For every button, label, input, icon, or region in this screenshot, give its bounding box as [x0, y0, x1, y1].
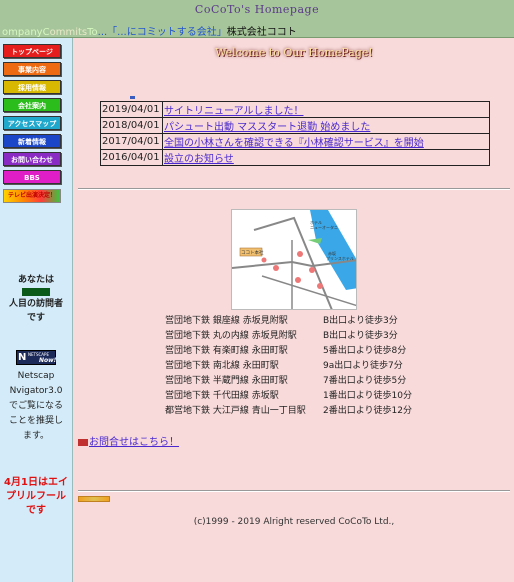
- access-list: 営団地下鉄 銀座線 赤坂見附駅 B出口より徒歩3分 営団地下鉄 丸の内線 赤坂見附…: [165, 314, 412, 419]
- news-row: 2017/04/01 全国の小林さんを確認できる『小林確認サービス』を開始: [100, 133, 490, 150]
- news-marker: [130, 96, 135, 99]
- news-link[interactable]: サイトリニューアルしました！: [164, 106, 304, 117]
- april-fool-text: プリルフール: [6, 491, 66, 502]
- netscape-text: Netscap: [17, 371, 55, 381]
- news-row: 2016/04/01 設立のお知らせ: [100, 149, 490, 166]
- access-exit: 1番出口より徒歩10分: [323, 391, 412, 401]
- map-label-prince: プリンスホテル: [326, 255, 354, 261]
- map-label-newotani: ニューオータニ: [310, 224, 338, 230]
- nav-business-button[interactable]: 事業内容: [3, 62, 61, 76]
- april-fool-notice: 4月1日はエイ プリルフール です: [0, 476, 72, 518]
- sidebar: トップページ 事業内容 採用情報 会社案内 アクセスマップ 新着情報 お問い合わ…: [0, 38, 73, 582]
- map-station-marker: [273, 265, 279, 271]
- nav-news-button[interactable]: 新着情報: [3, 134, 61, 148]
- news-link[interactable]: 全国の小林さんを確認できる『小林確認サービス』を開始: [164, 138, 424, 149]
- access-row: 営団地下鉄 千代田線 赤坂駅 1番出口より徒歩10分: [165, 389, 412, 404]
- access-exit: B出口より徒歩3分: [323, 316, 398, 326]
- divider: [78, 490, 510, 492]
- access-line: 営団地下鉄 丸の内線 赤坂見附駅: [165, 331, 297, 341]
- access-exit: 9a出口より徒歩7分: [323, 361, 403, 371]
- access-row: 営団地下鉄 南北線 永田町駅 9a出口より徒歩7分: [165, 359, 412, 374]
- netscape-text: ことを推奨し: [8, 416, 63, 426]
- news-date: 2019/04/01: [100, 101, 163, 118]
- contact-link[interactable]: お問合せはこちら！: [89, 437, 179, 448]
- access-row: 営団地下鉄 銀座線 赤坂見附駅 B出口より徒歩3分: [165, 314, 412, 329]
- news-cell: 全国の小林さんを確認できる『小林確認サービス』を開始: [162, 133, 490, 150]
- map-station-marker: [261, 257, 267, 263]
- news-link[interactable]: 設立のお知らせ: [164, 154, 234, 165]
- access-row: 営団地下鉄 丸の内線 赤坂見附駅 B出口より徒歩3分: [165, 329, 412, 344]
- nav-bbs-button[interactable]: BBS: [3, 170, 61, 184]
- news-table: 2019/04/01 サイトリニューアルしました！ 2018/04/01 パシュ…: [100, 101, 490, 166]
- access-exit: 2番出口より徒歩12分: [323, 406, 412, 416]
- netscape-text: ます。: [22, 431, 50, 441]
- mail-icon: [78, 438, 88, 446]
- netscape-now-badge[interactable]: N NETSCAPE Now!: [16, 350, 56, 365]
- access-exit: 5番出口より徒歩8分: [323, 346, 407, 356]
- access-exit: B出口より徒歩3分: [323, 331, 398, 341]
- tagline-part: To: [87, 27, 98, 38]
- company-name: 株式会社ココト: [226, 27, 297, 38]
- access-row: 営団地下鉄 有楽町線 永田町駅 5番出口より徒歩8分: [165, 344, 412, 359]
- tv-appearance-banner[interactable]: テレビ出演決定！: [3, 189, 61, 203]
- news-date: 2017/04/01: [100, 133, 163, 150]
- news-row: 2018/04/01 パシュート出動 マススタート退勤 始めました: [100, 117, 490, 134]
- netscape-badge-letter: N: [18, 352, 27, 363]
- divider: [78, 188, 510, 190]
- welcome-heading: Welcome to Our HomePage!: [215, 46, 373, 59]
- tagline-part: C: [42, 27, 50, 38]
- access-map: ココト本社 ホテル ニューオータニ 赤坂 プリンスホテル: [231, 209, 357, 310]
- news-date: 2018/04/01: [100, 117, 163, 134]
- map-station-marker: [309, 267, 315, 273]
- netscape-recommendation: N NETSCAPE Now! Netscap Nvigator3.0 でご覧に…: [0, 350, 72, 444]
- access-line: 都営地下鉄 大江戸線 青山一丁目駅: [165, 406, 306, 416]
- nav-company-button[interactable]: 会社案内: [3, 98, 61, 112]
- netscape-badge-now: Now!: [39, 357, 57, 364]
- nav-recruit-button[interactable]: 採用情報: [3, 80, 61, 94]
- tagline-part: ommits: [49, 27, 88, 38]
- nav-access-button[interactable]: アクセスマップ: [3, 116, 61, 130]
- visitor-counter-block: あなたは 人目の訪問者 です: [0, 273, 72, 325]
- nav-top-button[interactable]: トップページ: [3, 44, 61, 58]
- netscape-text: でご覧になる: [8, 401, 63, 411]
- tv-banner-label: テレビ出演決定！: [7, 192, 56, 199]
- netscape-text: Nvigator3.0: [9, 386, 63, 396]
- access-map-image: ココト本社 ホテル ニューオータニ 赤坂 プリンスホテル: [232, 210, 356, 309]
- news-link[interactable]: パシュート出動 マススタート退勤 始めました: [164, 122, 370, 133]
- map-label-hq: ココト本社: [241, 249, 264, 256]
- site-tagline: ompany Commits To...「...にコミットする会社」株式会社ココ…: [2, 23, 297, 38]
- tagline-part: ...「...にコミットする会社」: [97, 27, 227, 38]
- visitor-text-3: です: [26, 313, 45, 323]
- access-line: 営団地下鉄 千代田線 赤坂駅: [165, 391, 279, 401]
- small-banner[interactable]: [78, 496, 110, 502]
- april-fool-text: 4月1日はエイ: [4, 477, 68, 488]
- nav-contact-button[interactable]: お問い合わせ: [3, 152, 61, 166]
- visitor-text-2: 人目の訪問者: [8, 299, 63, 309]
- map-station-marker: [295, 277, 301, 283]
- access-line: 営団地下鉄 銀座線 赤坂見附駅: [165, 316, 288, 326]
- news-cell: サイトリニューアルしました！: [162, 101, 490, 118]
- map-station-marker: [317, 283, 323, 289]
- visitor-counter: [22, 288, 50, 296]
- main-content: Welcome to Our HomePage! 2019/04/01 サイトリ…: [74, 38, 514, 582]
- site-header: CoCoTo's Homepage ompany Commits To...「.…: [0, 0, 514, 38]
- news-date: 2016/04/01: [100, 149, 163, 166]
- access-row: 都営地下鉄 大江戸線 青山一丁目駅 2番出口より徒歩12分: [165, 404, 412, 419]
- news-row: 2019/04/01 サイトリニューアルしました！: [100, 101, 490, 118]
- site-title: CoCoTo's Homepage: [194, 3, 320, 16]
- access-line: 営団地下鉄 南北線 永田町駅: [165, 361, 279, 371]
- access-line: 営団地下鉄 半蔵門線 永田町駅: [165, 376, 288, 386]
- map-station-marker: [297, 251, 303, 257]
- news-cell: 設立のお知らせ: [162, 149, 490, 166]
- tagline-part: mpany: [8, 27, 43, 38]
- access-line: 営団地下鉄 有楽町線 永田町駅: [165, 346, 288, 356]
- contact-link-row: お問合せはこちら！: [78, 433, 179, 448]
- visitor-text-1: あなたは: [17, 275, 54, 285]
- april-fool-text: です: [26, 505, 46, 516]
- access-row: 営団地下鉄 半蔵門線 永田町駅 7番出口より徒歩5分: [165, 374, 412, 389]
- access-exit: 7番出口より徒歩5分: [323, 376, 407, 386]
- news-cell: パシュート出動 マススタート退勤 始めました: [162, 117, 490, 134]
- copyright: (c)1999 - 2019 Alright reserved CoCoTo L…: [193, 517, 395, 527]
